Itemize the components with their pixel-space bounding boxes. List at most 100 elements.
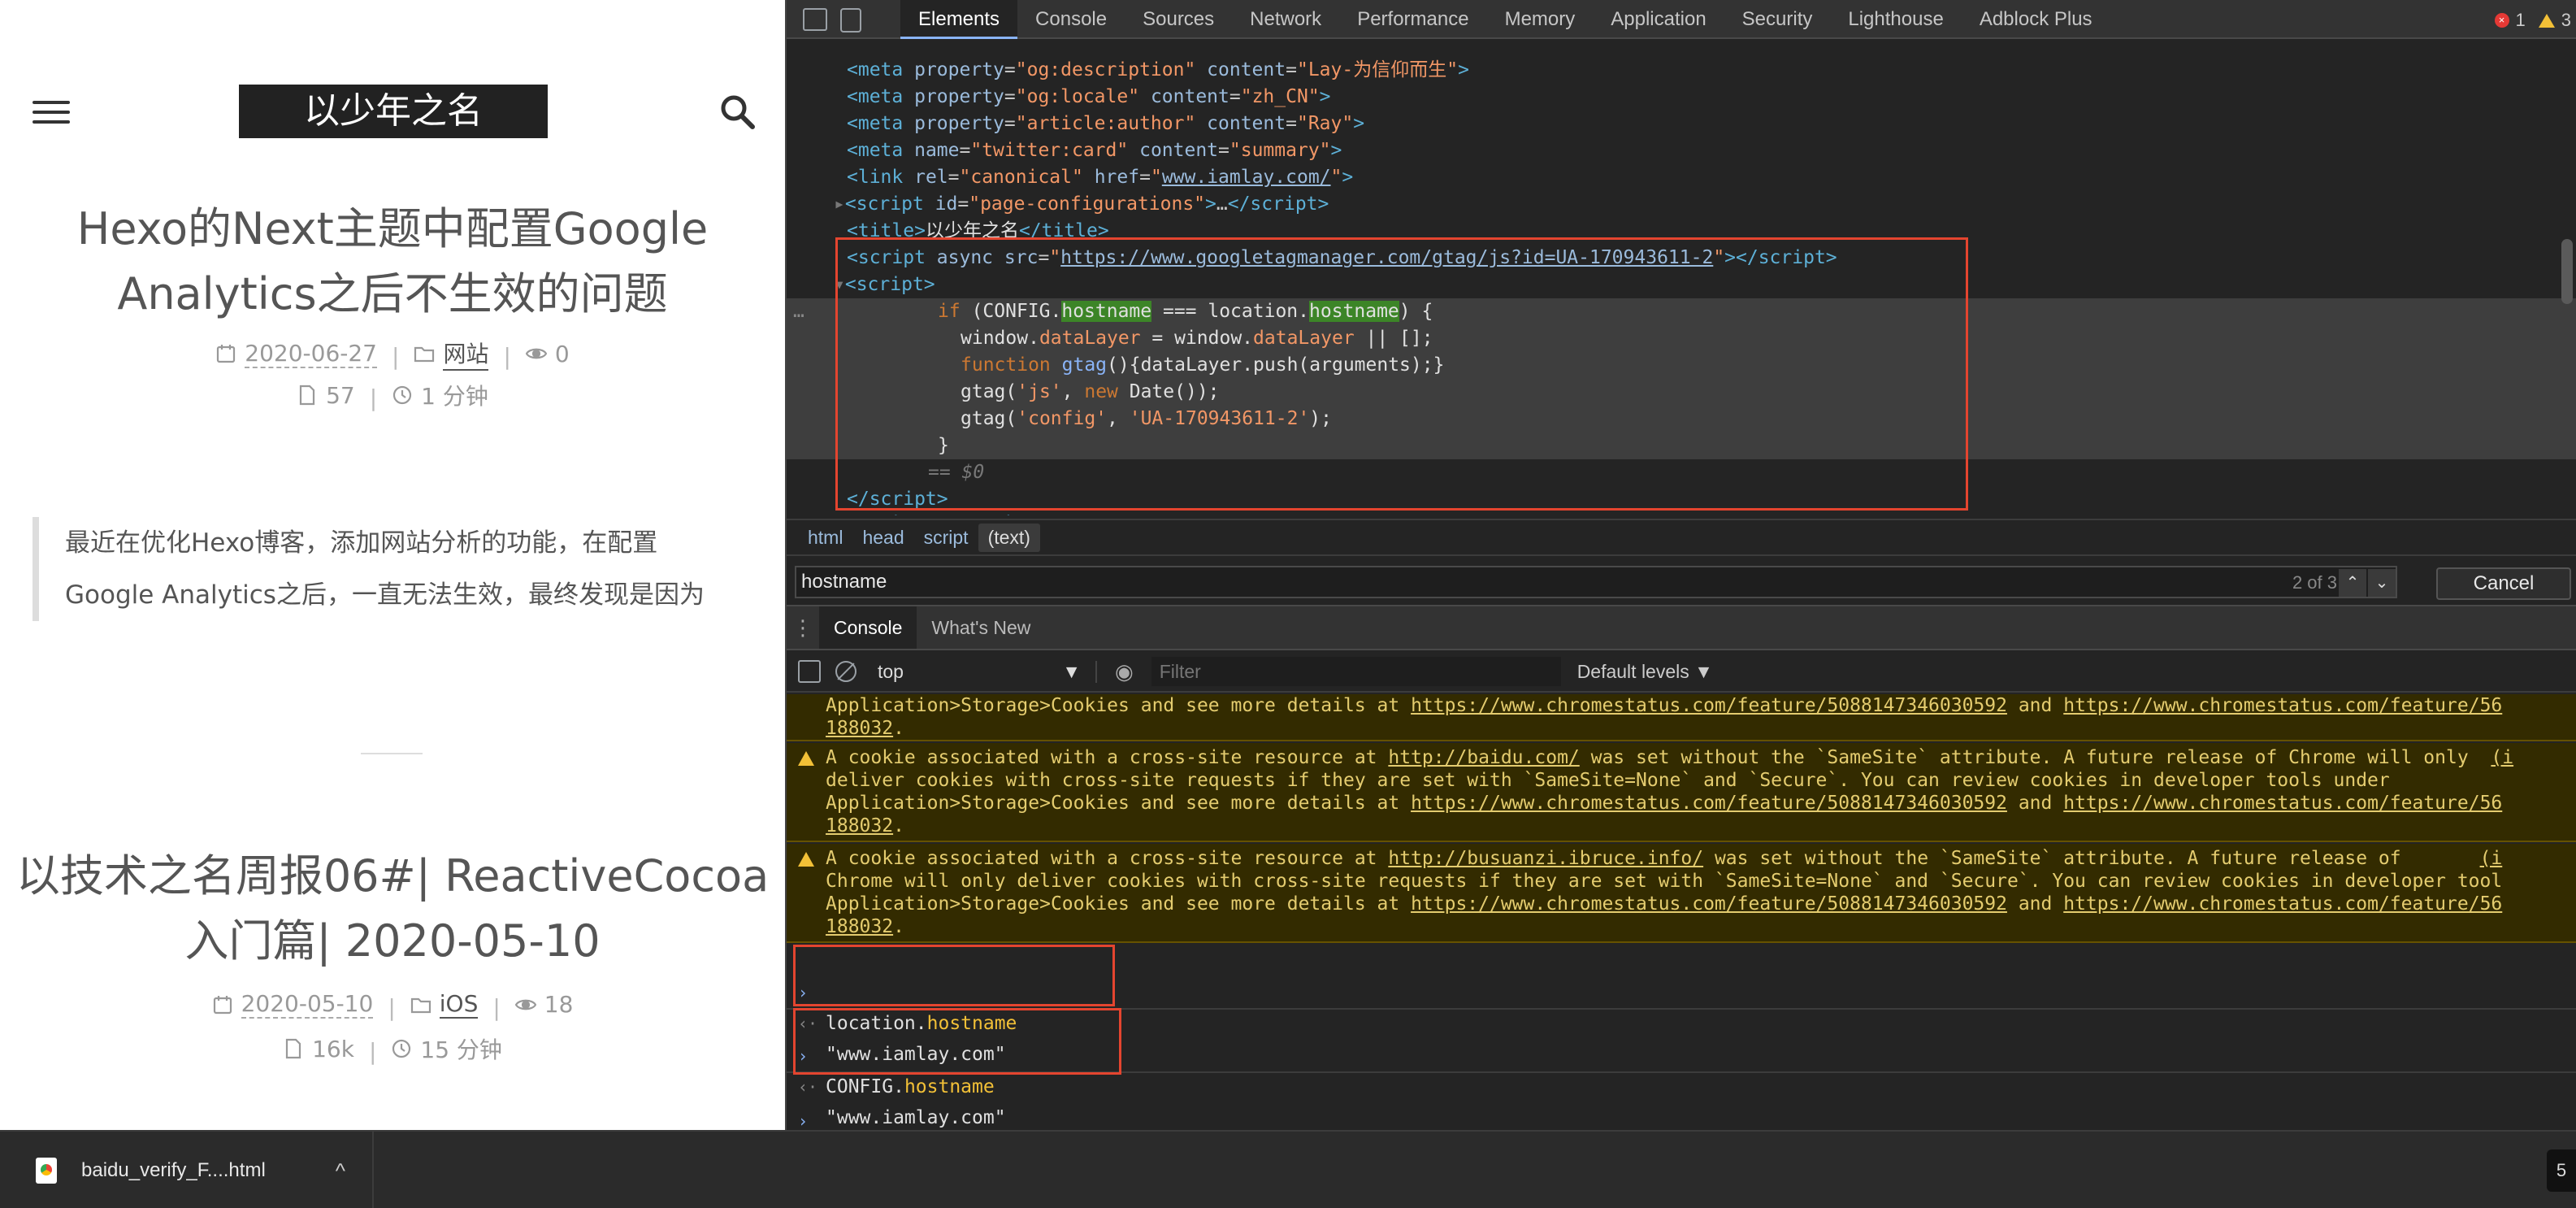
dom-search-bar: 2 of 3 ⌃ ⌄ Cancel: [787, 559, 2576, 605]
dom-search-box: 2 of 3 ⌃ ⌄: [795, 566, 2397, 598]
post-stats-2: 16k | 15 分钟: [0, 1032, 785, 1065]
calendar-icon: [213, 995, 232, 1014]
post-views: 0: [554, 340, 570, 367]
search-cancel-button[interactable]: Cancel: [2436, 567, 2571, 600]
folder-icon: [414, 346, 435, 363]
console-warning: A cookie associated with a cross-site re…: [787, 743, 2576, 842]
highlight-box-location: [793, 945, 1115, 1006]
tree-line[interactable]: <link rel="canonical" href="www.iamlay.c…: [847, 164, 2576, 191]
crumb-script[interactable]: script: [914, 524, 978, 552]
warning-count: 3: [2561, 10, 2571, 30]
crumb-head[interactable]: head: [852, 524, 913, 552]
warning-text: Application>Storage>Cookies and see more…: [826, 793, 2503, 814]
drawer-menu-icon[interactable]: ⋮: [787, 615, 819, 641]
download-file-name[interactable]: baidu_verify_F....html: [81, 1159, 266, 1182]
download-bar-right-button[interactable]: 5: [2547, 1149, 2576, 1192]
context-value: top: [878, 660, 904, 682]
device-toolbar-icon[interactable]: [840, 8, 861, 33]
warning-text: A cookie associated with a cross-site re…: [826, 747, 2514, 768]
console-prompt[interactable]: › |: [787, 1075, 2576, 1130]
excerpt-line-2: Google Analytics之后，一直无法生效，最终发现是因为: [65, 580, 705, 610]
elements-tree[interactable]: <meta property="og:description" content=…: [787, 41, 2576, 515]
warning-text: Chrome will only deliver cookies with cr…: [826, 871, 2503, 892]
blog-page: 以少年之名 Hexo的Next主题中配置Google Analytics之后不生…: [0, 0, 785, 1130]
tab-memory[interactable]: Memory: [1487, 0, 1594, 39]
console-warning: A cookie associated with a cross-site re…: [787, 844, 2576, 943]
search-prev-button[interactable]: ⌃: [2339, 569, 2366, 597]
tab-adblock-plus[interactable]: Adblock Plus: [1962, 0, 2110, 39]
drawer-tab-whats-new[interactable]: What's New: [917, 606, 1045, 649]
post-read-time: 1 分钟: [421, 383, 488, 410]
tab-application[interactable]: Application: [1593, 0, 1724, 39]
post-category[interactable]: iOS: [439, 990, 479, 1019]
post-title-2[interactable]: 以技术之名周报06#| ReactiveCocoa: [0, 844, 785, 909]
inspect-element-icon[interactable]: [803, 8, 827, 31]
tab-console[interactable]: Console: [1017, 0, 1125, 39]
tree-line[interactable]: ▸<script>…</script>: [834, 511, 2576, 515]
tab-security[interactable]: Security: [1724, 0, 1831, 39]
post-title-2-line2[interactable]: 入门篇| 2020-05-10: [0, 909, 785, 974]
post-title-1-line2[interactable]: Analytics之后不生效的问题: [0, 262, 785, 327]
post-words: 16k: [312, 1035, 354, 1062]
clear-console-icon[interactable]: [835, 661, 856, 682]
tree-line[interactable]: <meta property="og:locale" content="zh_C…: [847, 84, 2576, 111]
post-date: 2020-06-27: [245, 339, 377, 368]
chevron-up-icon[interactable]: ^: [336, 1158, 345, 1184]
folder-icon: [410, 997, 431, 1013]
search-icon[interactable]: [718, 93, 756, 130]
eye-icon: [525, 348, 547, 359]
tab-performance[interactable]: Performance: [1339, 0, 1486, 39]
tab-sources[interactable]: Sources: [1125, 0, 1232, 39]
post-title-1[interactable]: Hexo的Next主题中配置Google: [0, 197, 785, 262]
tab-network[interactable]: Network: [1232, 0, 1339, 39]
site-brand[interactable]: 以少年之名: [239, 85, 548, 138]
devtools-panel: Elements Console Sources Network Perform…: [785, 0, 2576, 1130]
menu-icon[interactable]: [33, 101, 70, 125]
tree-line[interactable]: <meta name="twitter:card" content="summa…: [847, 137, 2576, 164]
drawer-tab-console[interactable]: Console: [819, 606, 917, 649]
post-words: 57: [326, 381, 355, 409]
post-stats-1: 57 | 1 分钟: [0, 379, 785, 411]
search-next-button[interactable]: ⌄: [2368, 569, 2396, 597]
console-filter-input[interactable]: [1151, 657, 1561, 686]
warning-text: A cookie associated with a cross-site re…: [826, 848, 2503, 869]
issue-counter[interactable]: × 1 3: [2494, 10, 2571, 31]
search-match-count: 2 of 3: [2292, 572, 2337, 593]
tree-scrollbar[interactable]: [2561, 239, 2573, 304]
devtools-tabs: Elements Console Sources Network Perform…: [900, 0, 2110, 39]
dom-search-input[interactable]: [796, 567, 2259, 597]
warning-icon: [798, 852, 814, 867]
file-word-icon: [285, 1038, 301, 1059]
input-prompt-icon: ›: [798, 1111, 809, 1130]
calendar-icon: [217, 345, 236, 363]
drawer-tabs: ⋮ Console What's New: [787, 605, 2576, 650]
post-excerpt: 最近在优化Hexo博客，添加网站分析的功能，在配置 Google Analyti…: [33, 517, 748, 621]
clock-icon: [392, 1039, 411, 1058]
clock-icon: [393, 385, 412, 405]
crumb-text[interactable]: (text): [978, 523, 1040, 552]
tab-elements[interactable]: Elements: [900, 0, 1018, 39]
tree-line[interactable]: ▸<script id="page-configurations">…</scr…: [834, 191, 2576, 218]
error-icon: ×: [2494, 13, 2509, 28]
tab-lighthouse[interactable]: Lighthouse: [1830, 0, 1961, 39]
warning-text: deliver cookies with cross-site requests…: [826, 770, 2390, 791]
highlight-box-config: [793, 1008, 1121, 1075]
breadcrumb: html head script (text): [787, 519, 2576, 556]
console-output: Application>Storage>Cookies and see more…: [787, 694, 2576, 1130]
highlight-box-script: [835, 237, 1968, 511]
warning-text: 188032.: [826, 916, 904, 937]
warning-text: 188032.: [826, 718, 904, 739]
crumb-html[interactable]: html: [798, 524, 852, 552]
warning-text: Application>Storage>Cookies and see more…: [826, 695, 2503, 716]
sidebar-toggle-icon[interactable]: [798, 660, 821, 683]
log-levels-dropdown[interactable]: Default levels ▼: [1577, 661, 1713, 683]
post-category[interactable]: 网站: [443, 337, 489, 371]
post-divider: [361, 753, 423, 754]
live-expression-icon[interactable]: ◉: [1115, 659, 1134, 684]
post-views: 18: [544, 991, 574, 1018]
context-selector[interactable]: top ▼: [878, 660, 1097, 683]
tree-line[interactable]: <meta property="og:description" content=…: [847, 57, 2576, 84]
download-item[interactable]: baidu_verify_F....html ^: [0, 1132, 374, 1208]
tree-line[interactable]: <meta property="article:author" content=…: [847, 111, 2576, 137]
console-warning: Application>Storage>Cookies and see more…: [787, 694, 2576, 741]
